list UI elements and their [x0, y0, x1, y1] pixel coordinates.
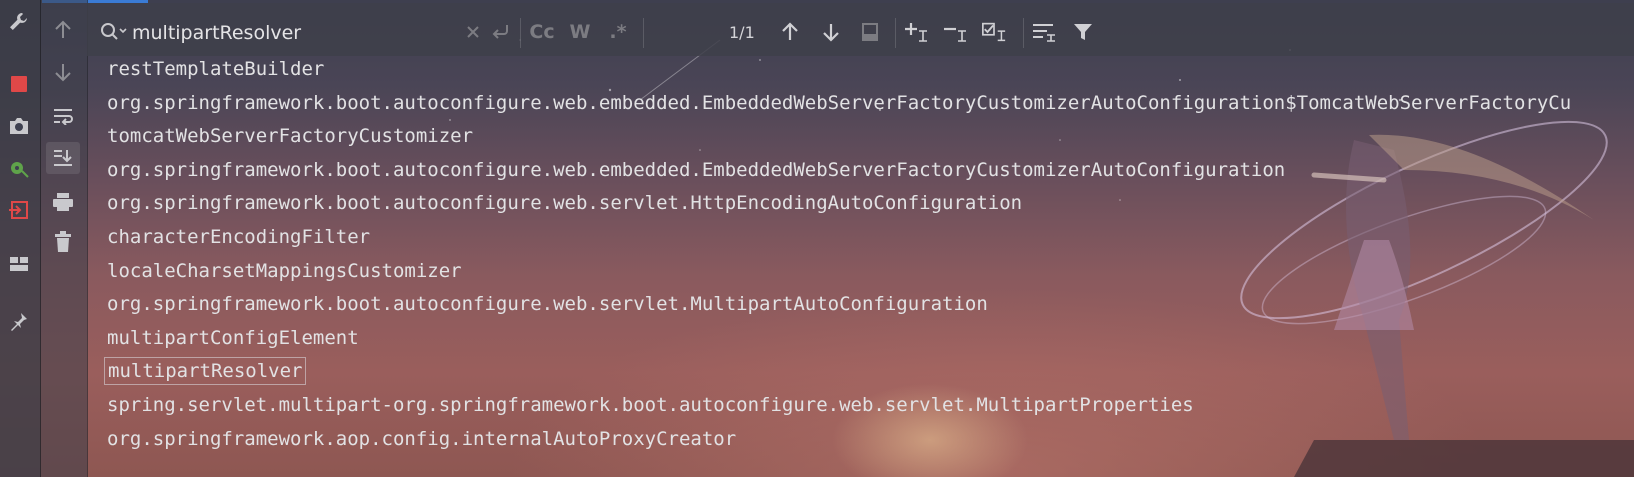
pin-icon[interactable]	[5, 307, 33, 335]
console-line: localeCharsetMappingsCustomizer	[107, 259, 462, 282]
console-line: spring.servlet.multipart-org.springframe…	[107, 393, 1194, 416]
match-counter: 1/1	[729, 23, 755, 42]
separator	[643, 18, 644, 48]
arrow-up-icon[interactable]	[49, 16, 77, 44]
console-line: org.springframework.aop.config.internalA…	[107, 427, 737, 450]
console-line: multipartConfigElement	[107, 326, 359, 349]
layout-icon[interactable]	[5, 250, 33, 278]
exit-icon[interactable]	[5, 196, 33, 224]
console-line: org.springframework.boot.autoconfigure.w…	[107, 91, 1572, 114]
clear-icon[interactable]	[460, 19, 486, 45]
stop-icon[interactable]	[5, 70, 33, 98]
match-case-toggle[interactable]: Cc	[529, 19, 555, 45]
console-line: org.springframework.boot.autoconfigure.w…	[107, 192, 1023, 215]
console-line: characterEncodingFilter	[107, 225, 371, 248]
replace-icon[interactable]	[487, 19, 513, 45]
prev-occurrence-icon[interactable]	[777, 19, 803, 45]
scroll-to-end-icon[interactable]	[46, 142, 80, 174]
regex-toggle[interactable]: .*	[605, 19, 631, 45]
console-line: tomcatWebServerFactoryCustomizer	[107, 125, 474, 148]
funnel-icon[interactable]	[1070, 19, 1096, 45]
trash-icon[interactable]	[49, 228, 77, 256]
add-selection-icon[interactable]	[903, 19, 929, 45]
wrench-icon[interactable]	[5, 8, 33, 36]
console-line: org.springframework.boot.autoconfigure.w…	[107, 293, 988, 316]
separator	[895, 18, 896, 48]
separator	[520, 18, 521, 48]
separator	[1023, 18, 1024, 48]
console-line: org.springframework.boot.autoconfigure.w…	[107, 158, 1286, 181]
rerun-debug-icon[interactable]	[5, 154, 33, 182]
run-toolbar	[0, 0, 41, 477]
filter-results-icon[interactable]	[857, 19, 883, 45]
search-icon[interactable]	[97, 19, 131, 45]
select-all-occurrences-icon[interactable]	[981, 19, 1007, 45]
soft-wrap-icon[interactable]	[49, 102, 77, 130]
console-gutter-toolbar	[41, 0, 88, 477]
camera-icon[interactable]	[5, 112, 33, 140]
console-output[interactable]: restTemplateBuilder org.springframework.…	[103, 53, 1634, 456]
whole-word-toggle[interactable]: W	[567, 19, 593, 45]
arrow-down-icon[interactable]	[49, 58, 77, 86]
filter-options-icon[interactable]	[1031, 19, 1057, 45]
console-line: restTemplateBuilder	[107, 58, 325, 80]
remove-selection-icon[interactable]	[942, 19, 968, 45]
search-match-highlight: multipartResolver	[103, 357, 307, 386]
print-icon[interactable]	[49, 188, 77, 216]
search-input[interactable]: multipartResolver	[132, 22, 301, 44]
console-line: multipartResolver	[103, 355, 1634, 389]
find-bar: multipartResolver Cc W .* 1/1	[87, 3, 1634, 56]
next-occurrence-icon[interactable]	[818, 19, 844, 45]
